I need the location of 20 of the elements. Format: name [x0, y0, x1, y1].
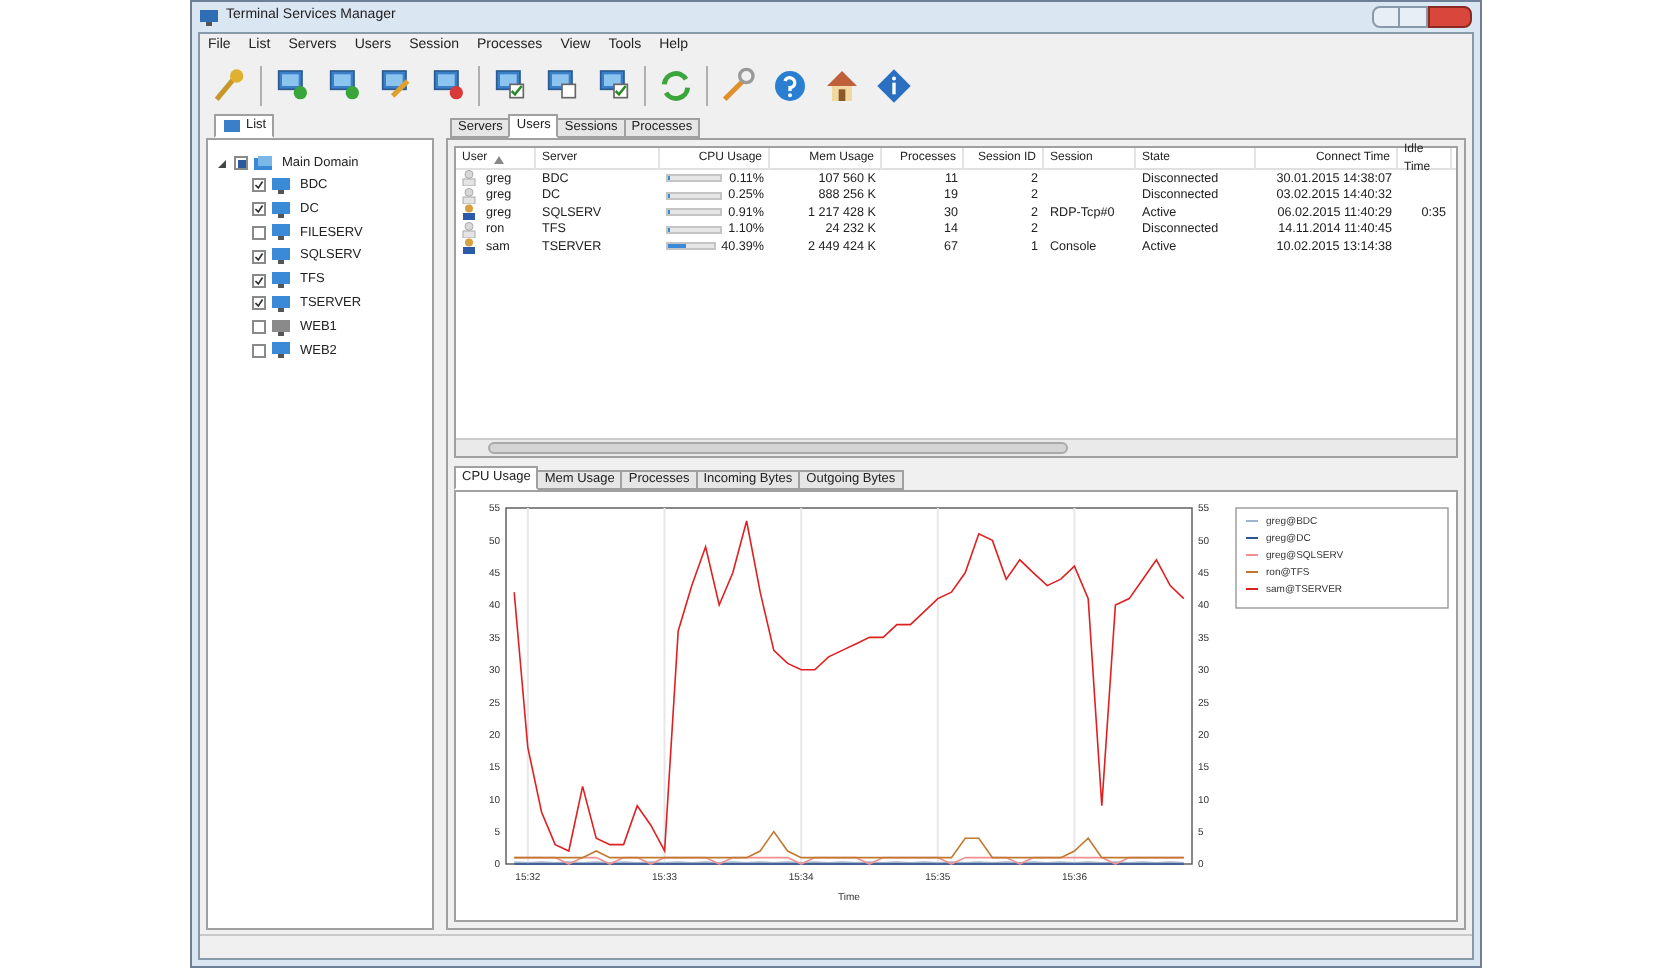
sort-arrow-icon: [493, 155, 504, 163]
help-icon: [770, 66, 810, 106]
checkbox[interactable]: [252, 273, 266, 288]
checkbox[interactable]: [252, 343, 266, 358]
refresh-icon: [656, 66, 696, 106]
app-icon: [200, 9, 218, 25]
checkbox[interactable]: [252, 320, 266, 335]
list-icon: [222, 116, 242, 136]
home-icon: [822, 66, 862, 106]
info-icon: [874, 66, 914, 106]
wrench-icon: [718, 66, 758, 106]
checkbox[interactable]: [252, 178, 266, 193]
horizontal-scrollbar[interactable]: [456, 438, 1456, 456]
checkbox[interactable]: [252, 249, 266, 264]
domain-icon: [254, 155, 272, 171]
checkbox[interactable]: [252, 296, 266, 311]
checkbox[interactable]: [252, 202, 266, 217]
close-button[interactable]: [1428, 6, 1472, 28]
checkbox[interactable]: [252, 225, 266, 240]
tool-info-button[interactable]: [872, 64, 916, 108]
